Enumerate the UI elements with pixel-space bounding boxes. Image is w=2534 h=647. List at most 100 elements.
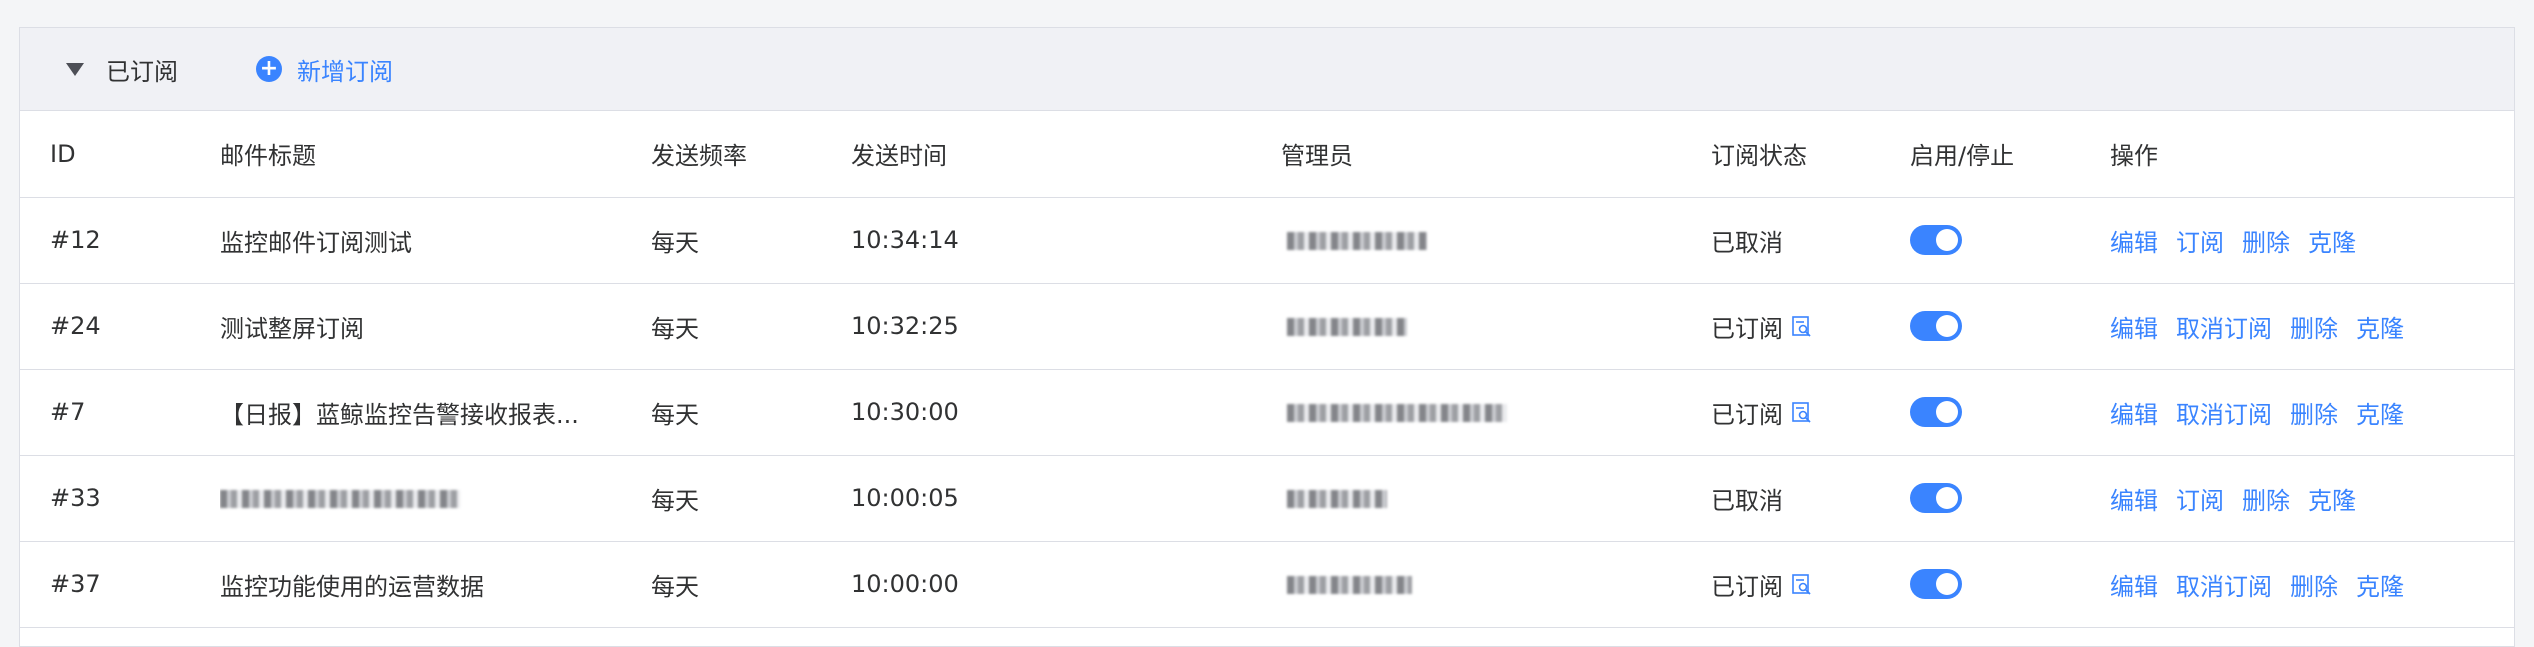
row-title: 监控功能使用的运营数据 <box>220 572 484 601</box>
row-id: #7 <box>50 398 86 426</box>
row-admin <box>1281 369 1711 455</box>
row-id: #33 <box>50 484 101 512</box>
redacted-admin <box>1287 576 1412 594</box>
enable-toggle[interactable] <box>1910 225 1962 255</box>
action-link[interactable]: 取消订阅 <box>2176 315 2272 343</box>
action-link[interactable]: 删除 <box>2242 229 2290 257</box>
row-toggle-cell <box>1910 541 2110 627</box>
caret-down-icon <box>66 62 84 76</box>
redacted-admin <box>1287 404 1507 422</box>
column-header-admin: 管理员 <box>1281 111 1711 198</box>
row-actions: 编辑 取消订阅 删除 克隆 <box>2110 541 2514 627</box>
row-time: 10:30:00 <box>851 398 959 426</box>
row-status-cell: 已取消 <box>1711 197 1910 283</box>
action-link[interactable]: 删除 <box>2290 401 2338 429</box>
view-report-icon[interactable] <box>1791 315 1813 337</box>
row-frequency: 每天 <box>651 572 699 601</box>
action-link[interactable]: 编辑 <box>2110 401 2158 429</box>
row-actions: 编辑 订阅 删除 克隆 <box>2110 197 2514 283</box>
action-link[interactable]: 删除 <box>2290 315 2338 343</box>
plus-circle-icon: + <box>256 56 282 82</box>
collapse-toggle[interactable]: 已订阅 <box>66 28 178 110</box>
row-status-cell: 已取消 <box>1711 455 1910 541</box>
row-title <box>220 455 651 541</box>
enable-toggle[interactable] <box>1910 311 1962 341</box>
redacted-title <box>220 490 460 508</box>
table-header-row: ID 邮件标题 发送频率 发送时间 管理员 订阅状态 启用/停止 操作 <box>20 111 2514 198</box>
row-actions: 编辑 取消订阅 删除 克隆 <box>2110 283 2514 369</box>
row-time: 10:34:14 <box>851 226 959 254</box>
row-admin <box>1281 283 1711 369</box>
toggle-knob <box>1936 573 1958 595</box>
action-link[interactable]: 编辑 <box>2110 573 2158 601</box>
view-report-icon[interactable] <box>1791 573 1813 595</box>
column-header-frequency: 发送频率 <box>651 111 851 198</box>
action-link[interactable]: 取消订阅 <box>2176 401 2272 429</box>
row-toggle-cell <box>1910 369 2110 455</box>
toggle-knob <box>1936 229 1958 251</box>
status-text: 已取消 <box>1711 486 1783 515</box>
row-status-cell: 已订阅 <box>1711 541 1910 627</box>
row-frequency: 每天 <box>651 486 699 515</box>
status-text: 已订阅 <box>1711 572 1783 601</box>
row-time: 10:00:05 <box>851 484 959 512</box>
column-header-time: 发送时间 <box>851 111 1281 198</box>
action-link[interactable]: 订阅 <box>2176 229 2224 257</box>
column-header-id: ID <box>20 111 220 198</box>
action-link[interactable]: 克隆 <box>2356 401 2404 429</box>
row-id: #12 <box>50 226 101 254</box>
row-frequency: 每天 <box>651 228 699 257</box>
action-link[interactable]: 订阅 <box>2176 487 2224 515</box>
redacted-admin <box>1287 318 1407 336</box>
row-status-cell: 已订阅 <box>1711 369 1910 455</box>
row-toggle-cell <box>1910 455 2110 541</box>
add-subscription-button[interactable]: + 新增订阅 <box>256 28 393 110</box>
redacted-admin <box>1287 490 1387 508</box>
row-title: 监控邮件订阅测试 <box>220 228 412 257</box>
subscription-table: ID 邮件标题 发送频率 发送时间 管理员 订阅状态 启用/停止 操作 #12 监… <box>20 111 2514 628</box>
row-toggle-cell <box>1910 197 2110 283</box>
action-link[interactable]: 删除 <box>2242 487 2290 515</box>
row-frequency: 每天 <box>651 314 699 343</box>
table-row: #37 监控功能使用的运营数据 每天 10:00:00 已订阅 编辑 取消订阅 删除 克隆 <box>20 541 2514 627</box>
column-header-toggle: 启用/停止 <box>1910 111 2110 198</box>
panel-header: 已订阅 + 新增订阅 <box>20 28 2514 111</box>
row-status-cell: 已订阅 <box>1711 283 1910 369</box>
row-title: 测试整屏订阅 <box>220 314 364 343</box>
action-link[interactable]: 克隆 <box>2356 573 2404 601</box>
row-title: 【日报】蓝鲸监控告警接收报表... <box>220 400 579 429</box>
row-time: 10:00:00 <box>851 570 959 598</box>
action-link[interactable]: 编辑 <box>2110 315 2158 343</box>
subscription-panel: 已订阅 + 新增订阅 ID 邮件标题 发送频率 发送时间 管理员 订阅状态 启用… <box>19 27 2515 647</box>
action-link[interactable]: 克隆 <box>2356 315 2404 343</box>
action-link[interactable]: 克隆 <box>2308 487 2356 515</box>
column-header-status: 订阅状态 <box>1711 111 1910 198</box>
table-row: #33 每天 10:00:05 已取消 编辑 订阅 删除 克隆 <box>20 455 2514 541</box>
add-subscription-label: 新增订阅 <box>297 57 393 86</box>
table-row: #24 测试整屏订阅 每天 10:32:25 已订阅 编辑 取消订阅 删除 克隆 <box>20 283 2514 369</box>
status-text: 已订阅 <box>1711 314 1783 343</box>
status-text: 已订阅 <box>1711 400 1783 429</box>
view-report-icon[interactable] <box>1791 401 1813 423</box>
action-link[interactable]: 删除 <box>2290 573 2338 601</box>
row-admin <box>1281 541 1711 627</box>
enable-toggle[interactable] <box>1910 397 1962 427</box>
column-header-actions: 操作 <box>2110 111 2514 198</box>
action-link[interactable]: 克隆 <box>2308 229 2356 257</box>
row-admin <box>1281 197 1711 283</box>
table-row: #12 监控邮件订阅测试 每天 10:34:14 已取消 编辑 订阅 删除 克隆 <box>20 197 2514 283</box>
action-link[interactable]: 取消订阅 <box>2176 573 2272 601</box>
action-link[interactable]: 编辑 <box>2110 487 2158 515</box>
status-text: 已取消 <box>1711 228 1783 257</box>
row-actions: 编辑 订阅 删除 克隆 <box>2110 455 2514 541</box>
toggle-knob <box>1936 401 1958 423</box>
row-frequency: 每天 <box>651 400 699 429</box>
column-header-title: 邮件标题 <box>220 111 651 198</box>
enable-toggle[interactable] <box>1910 569 1962 599</box>
panel-title: 已订阅 <box>106 57 178 86</box>
action-link[interactable]: 编辑 <box>2110 229 2158 257</box>
enable-toggle[interactable] <box>1910 483 1962 513</box>
toggle-knob <box>1936 315 1958 337</box>
row-id: #24 <box>50 312 101 340</box>
row-actions: 编辑 取消订阅 删除 克隆 <box>2110 369 2514 455</box>
